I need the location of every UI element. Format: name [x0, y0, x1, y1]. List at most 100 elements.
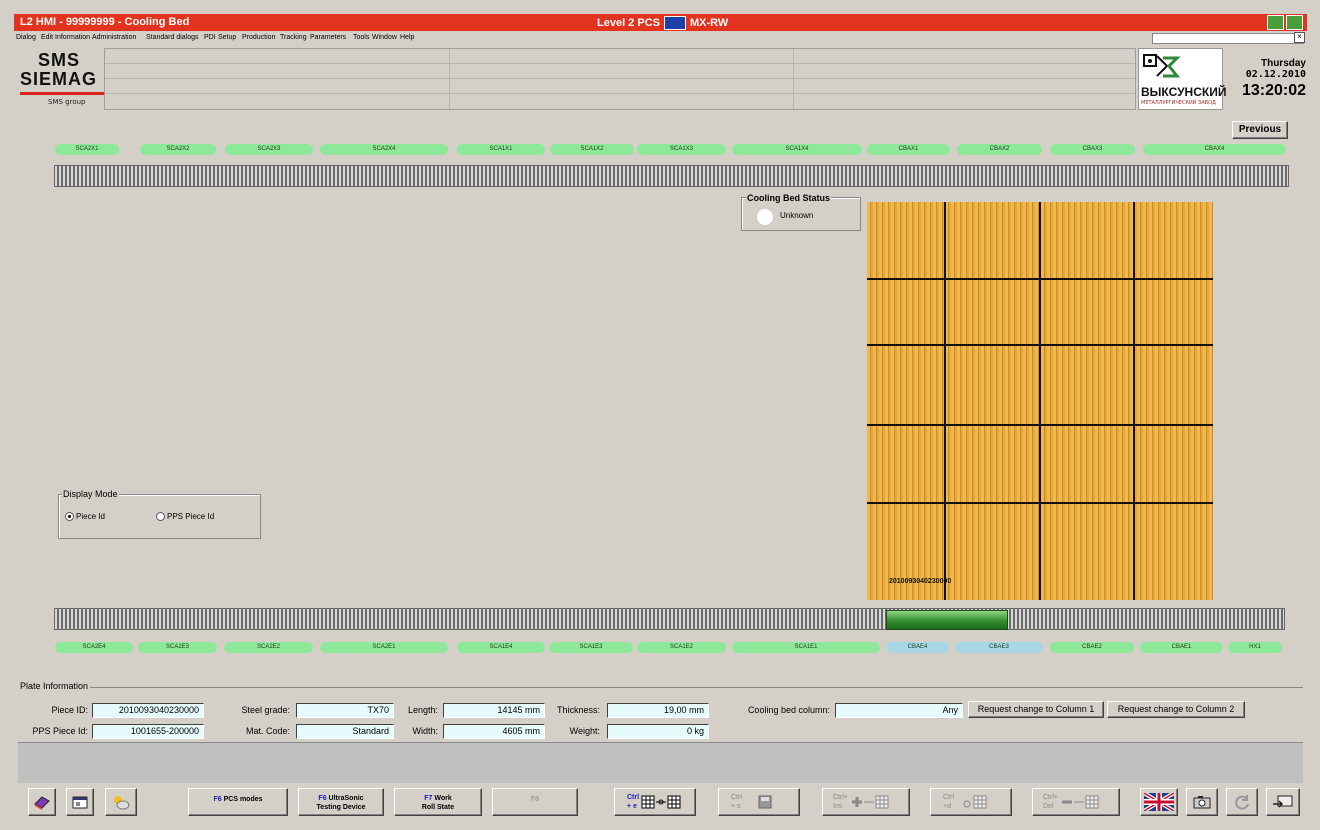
- weight-field[interactable]: 0 kg: [607, 724, 709, 739]
- mat-code-field[interactable]: Standard: [296, 724, 394, 739]
- segment-top[interactable]: CBAX4: [1143, 144, 1286, 155]
- segment-top[interactable]: SCA2X2: [140, 144, 216, 155]
- menu-parameters[interactable]: Parameters: [310, 34, 346, 41]
- segment-bottom[interactable]: SCA2E1: [320, 642, 448, 653]
- maximize-icon[interactable]: [1286, 15, 1303, 30]
- menu-bar: Dialog Edit Information Administration S…: [14, 31, 1307, 45]
- segment-top[interactable]: SCA2X1: [55, 144, 119, 155]
- radio-pps-piece-id[interactable]: PPS Piece Id: [156, 512, 214, 521]
- segment-top[interactable]: CBAX2: [957, 144, 1042, 155]
- exit-button[interactable]: [1266, 788, 1300, 816]
- plate-information: Plate Information Piece ID: 201009304023…: [18, 681, 1303, 740]
- ctrl-e-key2: + e: [627, 803, 637, 810]
- menu-standard-dialogs[interactable]: Standard dialogs: [146, 34, 199, 41]
- segment-top[interactable]: SCA1X4: [732, 144, 862, 155]
- segment-top[interactable]: CBAX3: [1050, 144, 1135, 155]
- table-transfer-icon: [641, 795, 681, 809]
- piece-id-field[interactable]: 2010093040230000: [92, 703, 204, 718]
- menu-pdi[interactable]: PDI: [204, 34, 216, 41]
- menu-window[interactable]: Window: [372, 34, 397, 41]
- ctrl-ins-button[interactable]: Ctrl+ Ins: [822, 788, 910, 816]
- plate-information-title: Plate Information: [18, 681, 91, 691]
- refresh-button[interactable]: [1226, 788, 1258, 816]
- ctrl-d-button[interactable]: Ctrl +d: [930, 788, 1012, 816]
- bed-piece-label: 2010093040230000: [889, 578, 952, 585]
- request-column1-button[interactable]: Request change to Column 1: [968, 701, 1104, 718]
- menu-search-field[interactable]: [1152, 33, 1304, 44]
- f6-pcs-modes-button[interactable]: F6 PCS modes: [188, 788, 288, 816]
- segment-bottom[interactable]: SCA2E4: [55, 642, 133, 653]
- menu-tracking[interactable]: Tracking: [280, 34, 307, 41]
- menu-information[interactable]: Information: [55, 34, 90, 41]
- message-panel: [104, 48, 1136, 110]
- segment-bottom[interactable]: CBAE3: [955, 642, 1043, 653]
- previous-button[interactable]: Previous: [1232, 121, 1288, 139]
- window-list-button[interactable]: [66, 788, 94, 816]
- menu-dialog[interactable]: Dialog: [16, 34, 36, 41]
- pps-piece-id-field[interactable]: 1001655-200000: [92, 724, 204, 739]
- cooling-bed-column-label: Cooling bed column:: [747, 705, 830, 715]
- server-name: MX-RW: [689, 17, 729, 29]
- radio-selected-icon: [65, 512, 74, 521]
- ctrl-del-key2: Del: [1043, 803, 1054, 810]
- f6-ultrasonic-button[interactable]: F6 UltraSonic Testing Device: [298, 788, 384, 816]
- time-label: 13:20:02: [1241, 82, 1306, 99]
- f6b-label1: UltraSonic: [328, 795, 364, 802]
- segment-top[interactable]: SCA1X2: [550, 144, 634, 155]
- ctrl-e-button[interactable]: Ctrl + e: [614, 788, 696, 816]
- segment-bottom[interactable]: SCA1E4: [457, 642, 545, 653]
- day-label: Thursday: [1260, 58, 1306, 69]
- f8-button[interactable]: F8: [492, 788, 578, 816]
- ctrl-s-button[interactable]: Ctrl + s: [718, 788, 800, 816]
- logo-divider: [20, 92, 104, 95]
- camera-button[interactable]: [1186, 788, 1218, 816]
- segment-bottom[interactable]: SCA2E2: [224, 642, 313, 653]
- f7-key: F7: [424, 795, 433, 802]
- uk-flag-icon: [1142, 791, 1176, 813]
- status-value: Unknown: [780, 211, 814, 220]
- menu-help[interactable]: Help: [400, 34, 414, 41]
- language-button[interactable]: [1140, 788, 1178, 816]
- segment-bottom[interactable]: CBAE2: [1050, 642, 1134, 653]
- segment-bottom[interactable]: CBAE4: [886, 642, 949, 653]
- segment-top[interactable]: CBAX1: [867, 144, 950, 155]
- radio-piece-id[interactable]: Piece Id: [65, 512, 105, 521]
- segment-top[interactable]: SCA1X1: [457, 144, 545, 155]
- plant-sub: МЕТАЛЛУРГИЧЕСКИЙ ЗАВОД: [1141, 100, 1216, 106]
- logo-sub: SMS group: [48, 98, 86, 106]
- length-field[interactable]: 14145 mm: [443, 703, 545, 718]
- ctrl-del-button[interactable]: Ctrl+ Del: [1032, 788, 1120, 816]
- width-field[interactable]: 4605 mm: [443, 724, 545, 739]
- menu-edit[interactable]: Edit: [41, 34, 53, 41]
- menu-tools[interactable]: Tools: [353, 34, 369, 41]
- thickness-field[interactable]: 19,00 mm: [607, 703, 709, 718]
- segment-bottom[interactable]: SCA2E3: [138, 642, 217, 653]
- steel-grade-field[interactable]: TX70: [296, 703, 394, 718]
- segment-top[interactable]: SCA2X4: [320, 144, 448, 155]
- ctrl-ins-key2: Ins: [833, 803, 843, 810]
- menu-setup[interactable]: Setup: [218, 34, 236, 41]
- cooling-bed[interactable]: 2010093040230000: [867, 202, 1213, 600]
- request-column2-button[interactable]: Request change to Column 2: [1107, 701, 1245, 718]
- segment-bottom[interactable]: SCA1E3: [549, 642, 633, 653]
- f7-label1: Work: [434, 795, 452, 802]
- f7-work-roll-state-button[interactable]: F7 Work Roll State: [394, 788, 482, 816]
- cooling-bed-column-field[interactable]: Any: [835, 703, 963, 718]
- menu-administration[interactable]: Administration: [92, 34, 136, 41]
- restore-icon[interactable]: [1267, 15, 1284, 30]
- menu-production[interactable]: Production: [242, 34, 275, 41]
- datetime-block: Thursday 02.12.2010 13:20:02: [1226, 50, 1306, 100]
- segment-bottom[interactable]: SCA1E2: [637, 642, 726, 653]
- close-icon[interactable]: ×: [1294, 32, 1305, 43]
- segment-top[interactable]: SCA1X3: [637, 144, 726, 155]
- segment-bottom[interactable]: HX1: [1228, 642, 1282, 653]
- weather-button[interactable]: [105, 788, 137, 816]
- piece-on-roller-table[interactable]: [886, 610, 1008, 630]
- window-list-icon: [72, 796, 88, 809]
- segment-top[interactable]: SCA2X3: [225, 144, 313, 155]
- length-label: Length:: [407, 705, 438, 715]
- segment-bottom[interactable]: CBAE1: [1140, 642, 1223, 653]
- window-title: L2 HMI - 99999999 - Cooling Bed: [20, 16, 190, 28]
- book-button[interactable]: [28, 788, 56, 816]
- segment-bottom[interactable]: SCA1E1: [732, 642, 880, 653]
